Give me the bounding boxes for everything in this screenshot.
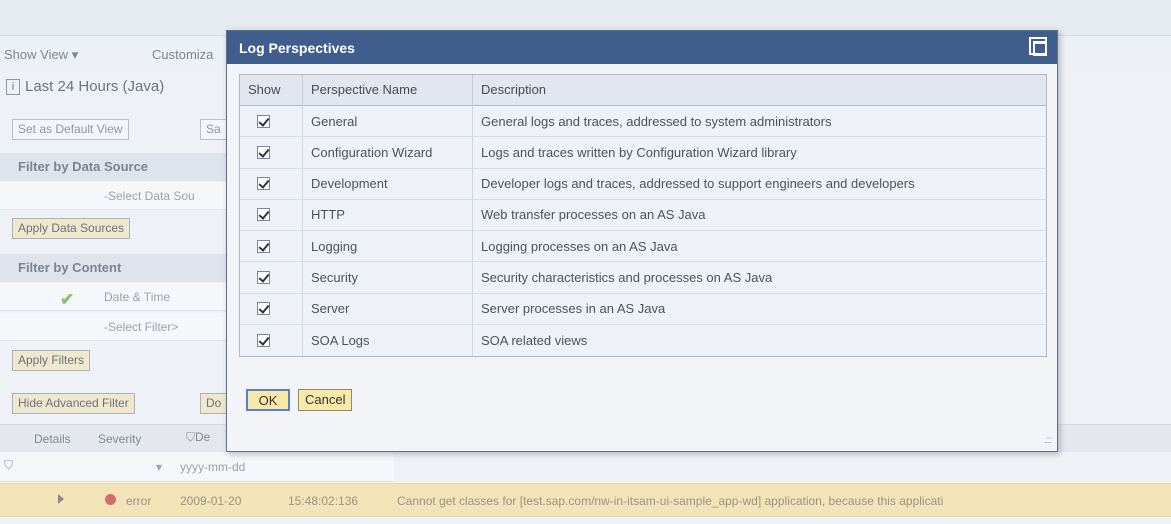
dropdown-arrow-icon: ▾ xyxy=(156,460,163,474)
table-body: General General logs and traces, addresse… xyxy=(240,106,1046,356)
resize-grip-icon[interactable]: .::: xyxy=(1044,435,1052,446)
table-row[interactable]: HTTP Web transfer processes on an AS Java xyxy=(240,199,1046,231)
select-filter-row: -Select Filter> xyxy=(0,313,230,341)
show-cell xyxy=(240,137,303,168)
view-title: i Last 24 Hours (Java) xyxy=(6,78,164,95)
show-cell xyxy=(240,168,303,199)
perspective-name-column-header[interactable]: Perspective Name xyxy=(303,75,473,106)
perspective-name-cell: Logging xyxy=(303,231,473,262)
show-cell xyxy=(240,106,303,137)
date-value: 2009-01-20 xyxy=(180,494,242,508)
date-time-filter-row: Date & Time xyxy=(0,283,230,311)
perspective-name-cell: General xyxy=(303,106,473,137)
show-cell xyxy=(240,199,303,230)
check-icon: ✔ xyxy=(60,290,75,309)
hide-advanced-filter-button[interactable]: Hide Advanced Filter xyxy=(12,393,135,414)
info-icon[interactable]: i xyxy=(6,78,20,95)
description-cell: Logs and traces written by Configuration… xyxy=(481,144,797,160)
show-cell xyxy=(240,231,303,262)
filter-content-section: Filter by Content xyxy=(0,254,230,282)
table-header: Show Perspective Name Description xyxy=(240,75,1046,106)
data-source-select-row: -Select Data Sou xyxy=(0,182,230,210)
dropdown-arrow-icon: ▾ xyxy=(71,47,79,62)
select-data-source-dropdown[interactable]: -Select Data Sou xyxy=(104,189,195,203)
table-row[interactable]: Configuration Wizard Logs and traces writ… xyxy=(240,137,1046,169)
maximize-icon[interactable] xyxy=(1029,37,1047,56)
download-button[interactable]: Do xyxy=(200,393,228,414)
show-checkbox[interactable] xyxy=(257,270,270,284)
show-checkbox[interactable] xyxy=(257,114,270,128)
date-time-label: Date & Time xyxy=(104,290,171,304)
table-row[interactable]: Security Security characteristics and pro… xyxy=(240,262,1046,294)
description-cell: General logs and traces, addressed to sy… xyxy=(481,113,832,129)
filter-data-source-section: Filter by Data Source xyxy=(0,153,230,181)
description-cell: Security characteristics and processes o… xyxy=(481,269,773,285)
table-row[interactable]: Development Developer logs and traces, ad… xyxy=(240,168,1046,200)
time-value: 15:48:02:136 xyxy=(288,494,359,508)
filter-row-icon: ⛉ xyxy=(4,458,14,472)
apply-data-sources-button[interactable]: Apply Data Sources xyxy=(12,218,131,239)
description-cell: SOA related views xyxy=(481,332,588,348)
show-view-menu[interactable]: Show View ▾ xyxy=(4,47,78,63)
perspective-name-cell: Development xyxy=(303,168,473,199)
dialog-title: Log Perspectives xyxy=(239,40,355,56)
table-row[interactable]: error 2009-01-20 15:48:02:136 Cannot get… xyxy=(0,483,1171,517)
show-checkbox[interactable] xyxy=(257,177,270,191)
perspective-name-cell: Server xyxy=(303,293,473,324)
dialog-title-bar[interactable]: Log Perspectives xyxy=(227,31,1057,64)
table-row[interactable]: SOA Logs SOA related views xyxy=(240,324,1046,356)
show-checkbox[interactable] xyxy=(257,239,270,253)
set-default-view-button[interactable]: Set as Default View xyxy=(12,119,129,140)
perspective-name-cell: Security xyxy=(303,262,473,293)
show-checkbox[interactable] xyxy=(257,208,270,222)
ok-button[interactable]: OK xyxy=(246,389,290,411)
perspective-name-cell: HTTP xyxy=(303,199,473,230)
filter-data-source-heading: Filter by Data Source xyxy=(18,159,149,174)
expand-row-icon[interactable] xyxy=(58,494,64,504)
show-column-header[interactable]: Show xyxy=(240,75,303,106)
details-column-header[interactable]: Details xyxy=(34,432,71,446)
right-pane xyxy=(1060,72,1171,424)
description-cell: Web transfer processes on an AS Java xyxy=(481,207,706,223)
show-cell xyxy=(240,262,303,293)
severity-value: error xyxy=(126,494,152,508)
cancel-button[interactable]: Cancel xyxy=(298,389,353,411)
apply-filters-button[interactable]: Apply Filters xyxy=(12,350,91,371)
show-cell xyxy=(240,293,303,324)
show-checkbox[interactable] xyxy=(257,333,270,347)
description-cell: Developer logs and traces, addressed to … xyxy=(481,176,915,192)
filter-icon: ⛉ xyxy=(186,430,196,444)
description-cell: Logging processes on an AS Java xyxy=(481,238,678,254)
table-row[interactable]: Server Server processes in an AS Java xyxy=(240,293,1046,325)
date-filter-input[interactable]: yyyy-mm-dd xyxy=(180,460,245,474)
show-checkbox[interactable] xyxy=(257,145,270,159)
select-filter-dropdown[interactable]: -Select Filter> xyxy=(104,320,178,334)
customize-menu[interactable]: Customiza xyxy=(152,47,213,62)
view-title-text: Last 24 Hours (Java) xyxy=(25,78,165,95)
date-column-header-label: De xyxy=(195,430,211,444)
description-cell: Server processes in an AS Java xyxy=(481,301,666,317)
perspective-name-cell: Configuration Wizard xyxy=(303,137,473,168)
save-view-button[interactable]: Sa xyxy=(200,119,227,140)
date-filter-row: ⛉ ▾ yyyy-mm-dd xyxy=(0,452,394,482)
date-column-header[interactable]: ⛉De xyxy=(186,430,210,445)
filter-content-heading: Filter by Content xyxy=(18,260,122,275)
perspectives-table: Show Perspective Name Description Genera… xyxy=(239,74,1047,357)
table-row[interactable]: General General logs and traces, addresse… xyxy=(240,106,1046,138)
log-perspectives-dialog: Log Perspectives Show Perspective Name D… xyxy=(226,30,1058,452)
severity-column-header[interactable]: Severity xyxy=(98,432,141,446)
show-checkbox[interactable] xyxy=(257,302,270,316)
description-column-header[interactable]: Description xyxy=(473,75,1046,106)
table-row[interactable]: Logging Logging processes on an AS Java xyxy=(240,231,1046,263)
message-value: Cannot get classes for [test.sap.com/nw-… xyxy=(397,494,944,508)
perspective-name-cell: SOA Logs xyxy=(303,324,473,356)
error-icon xyxy=(105,494,116,505)
show-cell xyxy=(240,324,303,356)
